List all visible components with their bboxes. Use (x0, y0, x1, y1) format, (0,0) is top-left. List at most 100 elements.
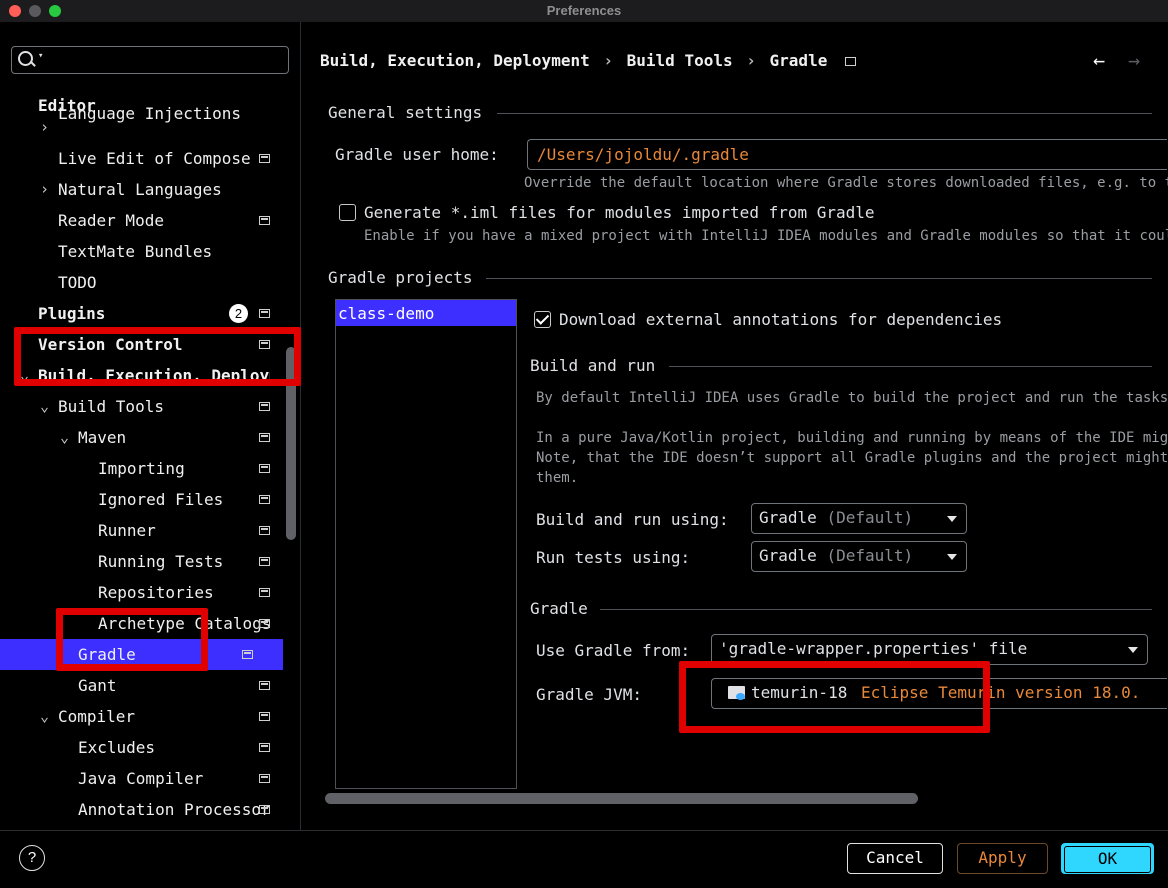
breadcrumb-separator: › (746, 51, 756, 70)
sidebar-item-label: Version Control (38, 335, 183, 354)
gradle-section-header: Gradle (530, 599, 588, 618)
build-run-description: Note, that the IDE doesn’t support all G… (536, 450, 1168, 466)
sidebar-item-label: Gradle (78, 645, 136, 664)
sidebar-item-label: Plugins (38, 304, 106, 323)
chevron-right-icon[interactable]: › (40, 118, 49, 136)
sidebar-item[interactable]: Java Compiler (0, 763, 300, 794)
sidebar-item[interactable]: Importing (0, 453, 300, 484)
sidebar-item[interactable]: › Natural Languages (0, 174, 300, 205)
sidebar-item[interactable]: ⌄ Compiler (0, 701, 300, 732)
selected-value: 'gradle-wrapper.properties' file (719, 639, 1028, 658)
sidebar-item[interactable]: Version Control (0, 329, 300, 360)
forward-arrow-icon[interactable]: → (1128, 48, 1140, 72)
sidebar-scrollbar[interactable] (286, 347, 296, 540)
project-settings-icon (259, 619, 270, 628)
sidebar-item-label: Ignored Files (98, 490, 224, 509)
sidebar-item-label: Importing (98, 459, 185, 478)
section-divider (669, 366, 1152, 367)
project-settings-icon (259, 154, 270, 163)
apply-button[interactable]: Apply (957, 843, 1048, 874)
settings-search-input[interactable]: ▾ (11, 46, 289, 74)
sidebar-item[interactable]: Repositories (0, 577, 300, 608)
gradle-user-home-input[interactable]: /Users/jojoldu/.gradle (527, 139, 1167, 170)
build-and-run-header: Build and run (530, 356, 656, 375)
sidebar-item[interactable]: ⌄ Build Tools (0, 391, 300, 422)
gradle-user-home-hint: Override the default location where Grad… (524, 175, 1168, 191)
sidebar-item[interactable]: Gant (0, 670, 300, 701)
dropdown-arrow-icon (947, 554, 957, 560)
sidebar-item[interactable]: Live Edit of Compose (0, 143, 300, 174)
section-divider (486, 278, 1152, 279)
run-tests-using-label: Run tests using: (536, 548, 691, 567)
generate-iml-checkbox[interactable] (339, 204, 356, 221)
sidebar-item[interactable]: Ignored Files (0, 484, 300, 515)
download-annotations-checkbox[interactable] (534, 311, 551, 328)
sidebar-item[interactable]: ⌄ Build, Execution, Deployment (0, 360, 300, 391)
sidebar-item[interactable]: Archetype Catalogs (0, 608, 300, 639)
chevron-down-icon[interactable]: ⌄ (60, 428, 69, 446)
horizontal-scrollbar[interactable] (325, 793, 918, 804)
splitter[interactable] (300, 22, 301, 830)
sidebar-item-label: Live Edit of Compose (58, 149, 251, 168)
chevron-down-icon[interactable]: ⌄ (40, 397, 49, 415)
chevron-down-icon[interactable]: ⌄ (40, 707, 49, 725)
chevron-down-icon[interactable]: ▾ (38, 51, 43, 61)
breadcrumb-item[interactable]: Build Tools (627, 51, 733, 70)
list-item[interactable]: class-demo (336, 300, 516, 326)
generate-iml-hint: Enable if you have a mixed project with … (364, 228, 1168, 244)
breadcrumb-item: Gradle (769, 51, 828, 70)
run-tests-using-select[interactable]: Gradle (Default) (751, 541, 967, 572)
sidebar-item-label: Compiler (58, 707, 136, 726)
sidebar-item-label: TextMate Bundles (58, 242, 213, 261)
sidebar-item[interactable]: Runner (0, 515, 300, 546)
gradle-projects-header: Gradle projects (328, 268, 473, 287)
gradle-jvm-select[interactable]: temurin-18 Eclipse Temurin version 18.0. (711, 678, 1167, 709)
sidebar-item[interactable]: › Language Injections (0, 104, 300, 143)
breadcrumb-item[interactable]: Build, Execution, Deployment (320, 51, 590, 70)
ok-button[interactable]: OK (1061, 843, 1154, 874)
gradle-user-home-label: Gradle user home: (335, 145, 499, 164)
project-settings-icon (259, 340, 270, 349)
sidebar-item[interactable]: TODO (0, 267, 300, 298)
download-annotations-label: Download external annotations for depend… (559, 310, 1003, 329)
sidebar-item[interactable]: Plugins 2 (0, 298, 300, 329)
breadcrumb: Build, Execution, Deployment › Build Too… (320, 51, 856, 70)
sidebar-item[interactable]: TextMate Bundles (0, 236, 300, 267)
build-run-description: them. (536, 470, 579, 486)
back-arrow-icon[interactable]: ← (1093, 48, 1105, 72)
build-run-using-select[interactable]: Gradle (Default) (751, 503, 967, 534)
settings-sidebar: ▾ Editor › Language Injections Live Edit of… (0, 22, 300, 830)
sidebar-item-label: Natural Languages (58, 180, 222, 199)
chevron-right-icon[interactable]: › (40, 180, 49, 198)
sidebar-item[interactable]: Gradle (0, 639, 283, 670)
use-gradle-from-label: Use Gradle from: (536, 641, 691, 660)
help-button[interactable]: ? (19, 845, 45, 871)
sidebar-item[interactable]: Running Tests (0, 546, 300, 577)
sidebar-item-label: Build, Execution, Deployment (38, 366, 270, 385)
folder-icon (728, 686, 745, 700)
project-settings-icon (259, 743, 270, 752)
ok-button-label: OK (1064, 846, 1151, 873)
window-titlebar: Preferences (0, 0, 1168, 22)
gradle-projects-list[interactable]: class-demo (335, 299, 517, 789)
project-settings-icon (259, 526, 270, 535)
chevron-down-icon[interactable]: ⌄ (20, 366, 29, 384)
sidebar-item-label: Annotation Processors (78, 800, 270, 819)
dropdown-arrow-icon (947, 516, 957, 522)
sidebar-item[interactable]: Annotation Processors (0, 794, 300, 825)
sidebar-item-label: TODO (58, 273, 97, 292)
build-run-description: By default IntelliJ IDEA uses Gradle to … (536, 390, 1168, 406)
project-settings-icon (259, 216, 270, 225)
section-divider (600, 609, 1152, 610)
sidebar-item-label: Language Injections (58, 104, 242, 123)
sidebar-item[interactable]: Reader Mode (0, 205, 300, 236)
use-gradle-from-select[interactable]: 'gradle-wrapper.properties' file (711, 634, 1148, 665)
sidebar-item-label: Maven (78, 428, 127, 447)
sidebar-item[interactable]: Excludes (0, 732, 300, 763)
project-settings-icon (259, 774, 270, 783)
breadcrumb-separator: › (603, 51, 613, 70)
project-settings-icon (844, 57, 856, 66)
dropdown-arrow-icon (1128, 647, 1138, 653)
sidebar-item[interactable]: ⌄ Maven (0, 422, 300, 453)
cancel-button[interactable]: Cancel (847, 843, 943, 874)
